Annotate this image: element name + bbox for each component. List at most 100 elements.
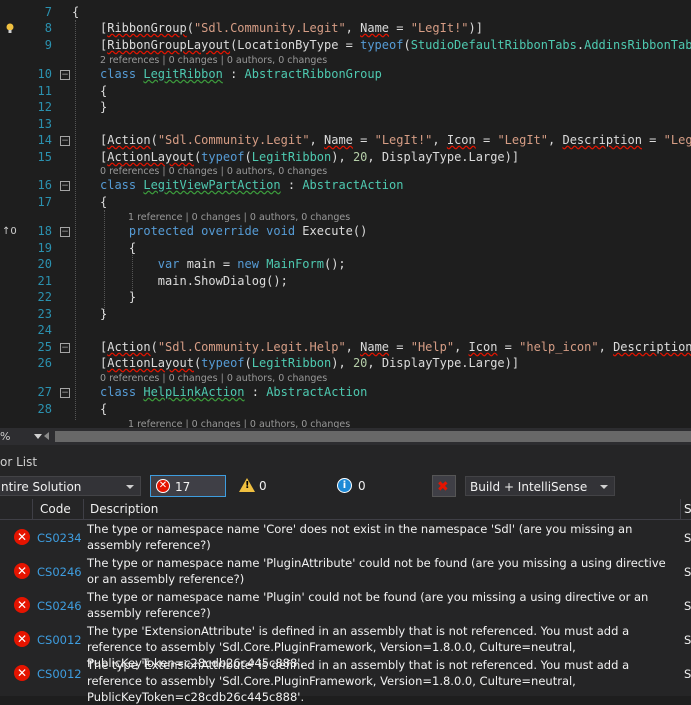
code-line[interactable]: [RibbonGroupLayout(LocationByType = type…: [100, 38, 691, 52]
line-number: 18: [37, 224, 52, 238]
code-line[interactable]: class LegitRibbon : AbstractRibbonGroup: [100, 67, 382, 81]
error-icon: ✕: [14, 631, 30, 647]
error-code-link[interactable]: CS0012: [37, 633, 82, 647]
error-row[interactable]: ✕ CS0234 The type or namespace name 'Core'…: [0, 521, 691, 555]
collapse-icon[interactable]: −: [60, 136, 70, 146]
scope-value: ntire Solution: [1, 480, 82, 494]
error-row[interactable]: ✕ CS0246 The type or namespace name 'Plugi…: [0, 555, 691, 589]
error-code-link[interactable]: CS0246: [37, 565, 82, 579]
clear-filter-button[interactable]: ✖: [432, 475, 456, 497]
error-code-link[interactable]: CS0234: [37, 531, 82, 545]
code-editor[interactable]: ↑0 7 8 9 10 11 12 13 14 15 16 17 18 19 2…: [0, 0, 691, 428]
line-number: 21: [37, 274, 52, 288]
line-number: 7: [44, 5, 52, 19]
filter-icon: ✖: [437, 479, 449, 495]
code-line[interactable]: [ActionLayout(typeof(LegitRibbon), 20, D…: [100, 150, 519, 164]
line-number: 11: [37, 84, 52, 98]
error-row[interactable]: ✕ CS0012 The type 'ExtensionAttribute' is …: [0, 623, 691, 670]
line-number: 20: [37, 257, 52, 271]
line-number: 23: [37, 307, 52, 321]
panel-title: or List: [0, 455, 38, 469]
column-header-code[interactable]: Code: [40, 499, 71, 519]
horizontal-scrollbar[interactable]: %: [0, 428, 691, 445]
collapse-icon[interactable]: −: [60, 227, 70, 237]
error-project: S: [684, 633, 691, 647]
error-row[interactable]: ✕ CS0012 The type 'ExtensionAttribute' is …: [0, 657, 691, 704]
line-number: 17: [37, 195, 52, 209]
error-icon: ✕: [156, 479, 170, 493]
collapse-icon[interactable]: −: [60, 70, 70, 80]
build-filter-dropdown[interactable]: Build + IntelliSense: [465, 476, 615, 496]
error-project: S: [684, 599, 691, 613]
code-line[interactable]: {: [100, 195, 107, 209]
scrollbar-thumb[interactable]: [55, 431, 691, 442]
code-line[interactable]: {: [72, 5, 79, 19]
code-line[interactable]: {: [100, 84, 107, 98]
scroll-left-icon[interactable]: [44, 432, 49, 440]
line-number: 15: [37, 150, 52, 164]
scope-dropdown[interactable]: ntire Solution: [0, 476, 141, 496]
code-line[interactable]: }: [100, 290, 136, 304]
error-icon: ✕: [14, 597, 30, 613]
indent-guide: [75, 20, 76, 420]
line-number: 10: [37, 67, 52, 81]
codelens-references[interactable]: 0 references | 0 changes | 0 authors, 0 …: [100, 166, 327, 177]
line-number: 24: [37, 323, 52, 337]
codelens-references[interactable]: 2 references | 0 changes | 0 authors, 0 …: [100, 55, 327, 66]
collapse-icon[interactable]: −: [60, 343, 70, 353]
line-number: 26: [37, 356, 52, 370]
line-number: 16: [37, 178, 52, 192]
line-number: 14: [37, 133, 52, 147]
code-line[interactable]: [RibbonGroup("Sdl.Community.Legit", Name…: [100, 21, 483, 35]
code-line[interactable]: [Action("Sdl.Community.Legit", Name = "L…: [100, 133, 691, 147]
code-line[interactable]: class HelpLinkAction : AbstractAction: [100, 385, 367, 399]
line-number: 13: [37, 117, 52, 131]
error-project: S: [684, 531, 691, 545]
code-line[interactable]: class LegitViewPartAction : AbstractActi…: [100, 178, 403, 192]
code-line[interactable]: }: [100, 307, 107, 321]
code-line[interactable]: {: [100, 241, 136, 255]
error-icon: ✕: [14, 563, 30, 579]
zoom-level[interactable]: %: [0, 428, 10, 445]
code-line[interactable]: {: [100, 402, 107, 416]
error-list-toolbar: ntire Solution ✕ 17 Errors ! 0 Warnings …: [0, 473, 691, 516]
error-icon: ✕: [14, 529, 30, 545]
codelens-references[interactable]: 0 references | 0 changes | 0 authors, 0 …: [100, 373, 327, 384]
line-number: 19: [37, 241, 52, 255]
collapse-icon[interactable]: −: [60, 181, 70, 191]
codelens-references[interactable]: 1 reference | 0 changes | 0 authors, 0 c…: [128, 419, 350, 428]
error-project: S: [684, 667, 691, 681]
error-project: S: [684, 565, 691, 579]
line-number: 28: [37, 402, 52, 416]
code-line[interactable]: [ActionLayout(typeof(LegitRibbon), 20, D…: [100, 356, 519, 370]
line-number: 27: [37, 385, 52, 399]
warnings-filter-button[interactable]: ! 0 Warnings: [235, 475, 325, 515]
error-description: The type 'ExtensionAttribute' is defined…: [87, 658, 630, 704]
column-header-project[interactable]: S: [684, 499, 691, 519]
error-icon: ✕: [14, 665, 30, 681]
code-line[interactable]: }: [100, 100, 107, 114]
chevron-down-icon: [126, 485, 134, 489]
code-line[interactable]: var main = new MainForm();: [100, 257, 346, 271]
code-line[interactable]: main.ShowDialog();: [100, 274, 288, 288]
line-number: 25: [37, 340, 52, 354]
build-filter-value: Build + IntelliSense: [470, 480, 588, 494]
error-description: The type or namespace name 'PluginAttrib…: [87, 556, 666, 586]
info-icon: i: [337, 478, 352, 493]
error-code-link[interactable]: CS0012: [37, 667, 82, 681]
code-line[interactable]: [Action("Sdl.Community.Legit.Help", Name…: [100, 340, 691, 354]
error-code-link[interactable]: CS0246: [37, 599, 82, 613]
codelens-references[interactable]: 1 reference | 0 changes | 0 authors, 0 c…: [128, 212, 350, 223]
line-number: 22: [37, 290, 52, 304]
collapse-icon[interactable]: −: [60, 388, 70, 398]
error-description: The type or namespace name 'Core' does n…: [87, 522, 633, 552]
line-number: 9: [44, 38, 52, 52]
code-line[interactable]: protected override void Execute(): [100, 224, 367, 238]
error-row[interactable]: ✕ CS0246 The type or namespace name 'Plugi…: [0, 589, 691, 623]
error-description: The type or namespace name 'Plugin' coul…: [87, 590, 649, 620]
messages-filter-button[interactable]: i 0 Messages: [333, 475, 423, 515]
zoom-dropdown-icon[interactable]: [34, 434, 42, 439]
errors-filter-button[interactable]: ✕ 17 Errors: [150, 475, 226, 516]
column-header-description[interactable]: Description: [90, 499, 158, 519]
chevron-down-icon: [600, 485, 608, 489]
